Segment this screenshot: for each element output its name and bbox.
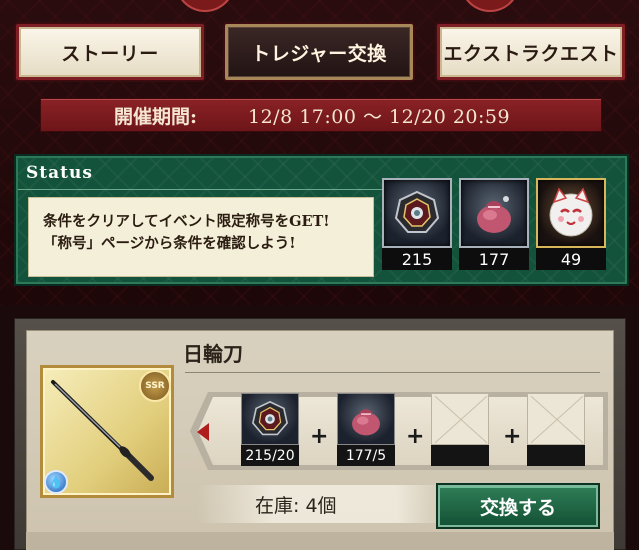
status-item-crest[interactable]: 215 (382, 178, 452, 270)
item-count: 177 (459, 248, 529, 270)
status-message-line1: 条件をクリアしてイベント限定称号をGET! (43, 213, 330, 230)
exchange-button[interactable]: 交換する (438, 485, 598, 527)
status-divider (18, 189, 398, 190)
tab-treasure-exchange[interactable]: トレジャー交換 (225, 24, 413, 80)
plus-icon: + (503, 424, 522, 449)
left-arrow-icon (197, 423, 209, 441)
requirement-count (527, 445, 585, 466)
requirement-slot[interactable]: 177/5 (337, 393, 395, 466)
item-count: 49 (536, 248, 606, 270)
status-item-pouch[interactable]: 177 (459, 178, 529, 270)
dark-crest-icon (241, 393, 299, 445)
plus-icon: + (310, 424, 329, 449)
tab-extra-quest[interactable]: エクストラクエスト (437, 24, 625, 80)
requirement-slot[interactable]: 215/20 (241, 393, 299, 466)
pink-pouch-icon (337, 393, 395, 445)
weapon-name: 日輪刀 (183, 342, 243, 366)
period-label: 開催期間: (114, 105, 198, 128)
item-count: 215 (382, 248, 452, 270)
pink-pouch-icon (459, 178, 529, 248)
card-bottom-shade (26, 532, 614, 550)
requirement-slot-empty (527, 393, 585, 466)
status-title: Status (26, 163, 93, 183)
requirement-count: 215/20 (241, 445, 299, 466)
water-element-icon: 💧 (44, 470, 68, 494)
plus-icon: + (406, 424, 425, 449)
empty-slot-icon (431, 393, 489, 445)
name-divider (185, 372, 600, 373)
event-period-bar: 開催期間: 12/8 17:00 〜 12/20 20:59 (40, 98, 602, 132)
requirement-count: 177/5 (337, 445, 395, 466)
cat-mask-icon (536, 178, 606, 248)
dark-crest-icon (382, 178, 452, 248)
requirement-slot-empty (431, 393, 489, 466)
empty-slot-icon (527, 393, 585, 445)
status-panel: Status 条件をクリアしてイベント限定称号をGET! 「称号」ページから条件… (16, 156, 627, 284)
status-message-line2: 「称号」ページから条件を確認しよう! (43, 235, 296, 252)
rarity-badge: SSR (139, 370, 171, 402)
period-value: 12/8 17:00 〜 12/20 20:59 (248, 105, 511, 128)
status-message: 条件をクリアしてイベント限定称号をGET! 「称号」ページから条件を確認しよう! (28, 197, 374, 277)
status-item-mask[interactable]: 49 (536, 178, 606, 270)
requirement-count (431, 445, 489, 466)
stock-count: 在庫: 4個 (197, 485, 447, 523)
tab-story[interactable]: ストーリー (16, 24, 204, 80)
